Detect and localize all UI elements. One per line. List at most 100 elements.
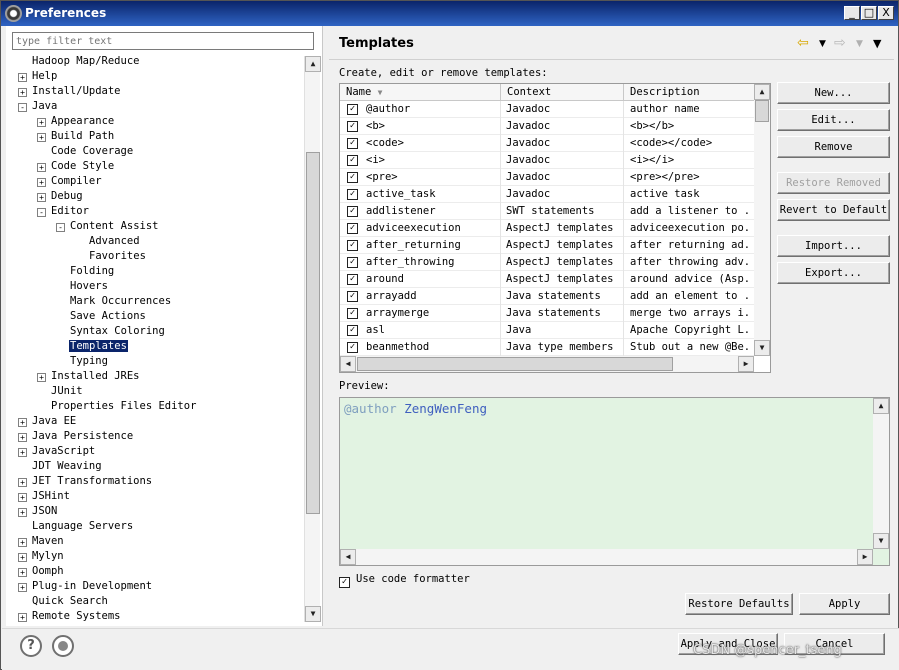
table-row[interactable]: ✓ <b> Javadoc <b></b> <box>340 118 754 135</box>
collapse-icon[interactable]: - <box>56 223 65 232</box>
apply-button[interactable]: Apply <box>799 593 890 615</box>
expand-icon[interactable]: + <box>18 418 27 427</box>
minimize-button[interactable]: _ <box>844 6 860 20</box>
table-hscrollbar[interactable]: ◀ ▶ <box>340 356 754 372</box>
expand-icon[interactable]: + <box>18 583 27 592</box>
tree-item[interactable]: Code Coverage <box>37 144 134 159</box>
scroll-thumb[interactable] <box>306 152 320 514</box>
use-code-formatter-checkbox[interactable]: ✓ <box>339 577 350 588</box>
help-icon[interactable]: ? <box>20 635 42 657</box>
tree-item[interactable]: Syntax Coloring <box>56 324 166 339</box>
tree-item[interactable]: + Java EE <box>18 414 77 429</box>
scroll-left-icon[interactable]: ◀ <box>340 549 356 565</box>
table-row[interactable]: ✓ <pre> Javadoc <pre></pre> <box>340 169 754 186</box>
table-row[interactable]: ✓ after_throwing AspectJ templates after th… <box>340 254 754 271</box>
expand-icon[interactable]: + <box>37 193 46 202</box>
enable-checkbox[interactable]: ✓ <box>347 138 358 149</box>
import-button[interactable]: Import... <box>777 235 890 257</box>
expand-icon[interactable]: + <box>18 568 27 577</box>
expand-icon[interactable]: + <box>18 553 27 562</box>
column-name-header[interactable]: Name ▼ <box>340 84 501 101</box>
expand-icon[interactable]: + <box>18 88 27 97</box>
table-row[interactable]: ✓ <i> Javadoc <i></i> <box>340 152 754 169</box>
table-vscrollbar[interactable]: ▲ ▼ <box>754 84 770 356</box>
remove-button[interactable]: Remove <box>777 136 890 158</box>
forward-menu-chevron-icon[interactable]: ▼ <box>856 39 863 49</box>
scroll-right-icon[interactable]: ▶ <box>738 356 754 372</box>
tree-item[interactable]: + Compiler <box>37 174 103 189</box>
tree-item[interactable]: Language Servers <box>18 519 134 534</box>
scroll-up-icon[interactable]: ▲ <box>873 398 889 414</box>
forward-arrow-icon[interactable]: ⇨ <box>834 35 846 51</box>
expand-icon[interactable]: + <box>37 163 46 172</box>
enable-checkbox[interactable]: ✓ <box>347 121 358 132</box>
expand-icon[interactable]: + <box>18 478 27 487</box>
tree-item[interactable]: JDT Weaving <box>18 459 103 474</box>
tree-item[interactable]: Templates <box>56 339 128 354</box>
table-row[interactable]: ✓ <code> Javadoc <code></code> <box>340 135 754 152</box>
tree-item[interactable]: + Maven <box>18 534 65 549</box>
scroll-down-icon[interactable]: ▼ <box>873 533 889 549</box>
table-row[interactable]: ✓ @author Javadoc author name <box>340 101 754 118</box>
enable-checkbox[interactable]: ✓ <box>347 291 358 302</box>
use-code-formatter[interactable]: ✓ Use code formatter <box>339 573 470 588</box>
tree-item[interactable]: + JSHint <box>18 489 71 504</box>
table-row[interactable]: ✓ addlistener SWT statements add a listener… <box>340 203 754 220</box>
tree-item[interactable]: Hadoop Map/Reduce <box>18 54 140 69</box>
expand-icon[interactable]: + <box>37 118 46 127</box>
enable-checkbox[interactable]: ✓ <box>347 189 358 200</box>
table-row[interactable]: ✓ active_task Javadoc active task <box>340 186 754 203</box>
tree-scrollbar[interactable]: ▲ ▼ <box>304 56 321 622</box>
tree-item[interactable]: Typing <box>56 354 109 369</box>
enable-checkbox[interactable]: ✓ <box>347 342 358 353</box>
export-button[interactable]: Export... <box>777 262 890 284</box>
expand-icon[interactable]: + <box>18 448 27 457</box>
enable-checkbox[interactable]: ✓ <box>347 155 358 166</box>
tree-item[interactable]: + Appearance <box>37 114 115 129</box>
tree-item[interactable]: + Oomph <box>18 564 65 579</box>
tree-item[interactable]: + JavaScript <box>18 444 96 459</box>
enable-checkbox[interactable]: ✓ <box>347 223 358 234</box>
tree-item[interactable]: Properties Files Editor <box>37 399 197 414</box>
enable-checkbox[interactable]: ✓ <box>347 104 358 115</box>
enable-checkbox[interactable]: ✓ <box>347 274 358 285</box>
expand-icon[interactable]: + <box>18 538 27 547</box>
close-button[interactable]: X <box>878 6 894 20</box>
expand-icon[interactable]: + <box>18 73 27 82</box>
table-row[interactable]: ✓ after_returning AspectJ templates after r… <box>340 237 754 254</box>
tree-item[interactable]: + Java Persistence <box>18 429 134 444</box>
collapse-icon[interactable]: - <box>18 103 27 112</box>
tree-item[interactable]: + Build Path <box>37 129 115 144</box>
expand-icon[interactable]: + <box>18 493 27 502</box>
filter-input[interactable] <box>12 32 314 50</box>
expand-icon[interactable]: + <box>37 373 46 382</box>
expand-icon[interactable]: + <box>18 508 27 517</box>
tree-item[interactable]: Favorites <box>75 249 147 264</box>
tree-item[interactable]: + Mylyn <box>18 549 65 564</box>
scroll-thumb[interactable] <box>755 100 769 122</box>
tree-item[interactable]: - Content Assist <box>56 219 160 234</box>
tree-item[interactable]: Advanced <box>75 234 141 249</box>
tree-item[interactable]: + Install/Update <box>18 84 122 99</box>
tree-item[interactable]: JUnit <box>37 384 84 399</box>
revert-to-default-button[interactable]: Revert to Default <box>777 199 890 221</box>
scroll-up-icon[interactable]: ▲ <box>754 84 770 100</box>
preview-editor[interactable]: @author ZengWenFeng ▲ ▼ ◀ ▶ <box>339 397 890 566</box>
tree-item[interactable]: + Remote Systems <box>18 609 122 622</box>
tree-item[interactable]: + Code Style <box>37 159 115 174</box>
tree-item[interactable]: + Plug-in Development <box>18 579 153 594</box>
new-button[interactable]: New... <box>777 82 890 104</box>
tree-item[interactable]: - Editor <box>37 204 90 219</box>
back-arrow-icon[interactable]: ⇦ <box>797 35 809 51</box>
tree-item[interactable]: Hovers <box>56 279 109 294</box>
expand-icon[interactable]: + <box>37 133 46 142</box>
import-export-icon[interactable] <box>52 635 74 657</box>
preview-hscrollbar[interactable]: ◀ ▶ <box>340 549 873 565</box>
table-row[interactable]: ✓ around AspectJ templates around advice (A… <box>340 271 754 288</box>
enable-checkbox[interactable]: ✓ <box>347 206 358 217</box>
enable-checkbox[interactable]: ✓ <box>347 308 358 319</box>
collapse-icon[interactable]: - <box>37 208 46 217</box>
table-row[interactable]: ✓ asl Java Apache Copyright L... <box>340 322 754 339</box>
table-row[interactable]: ✓ arraymerge Java statements merge two arra… <box>340 305 754 322</box>
tree-item[interactable]: Save Actions <box>56 309 147 324</box>
